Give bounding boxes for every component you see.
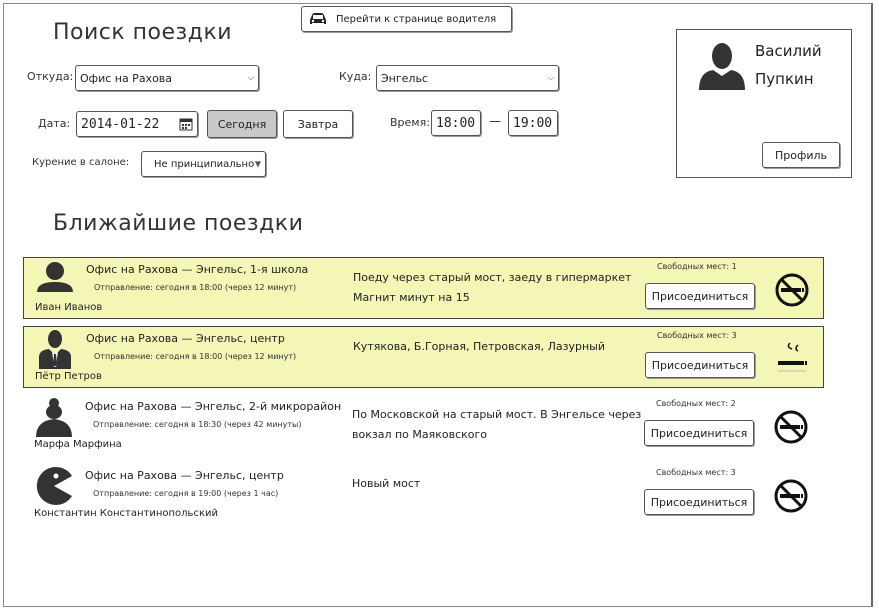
time-from-value: 18:00 — [436, 115, 476, 131]
free-seats: Свободных мест: 1 — [657, 262, 737, 271]
trip-route: Офис на Рахова — Энгельс, центр — [86, 332, 285, 345]
join-label: Присоединиться — [651, 358, 749, 372]
smoking-label: Курение в салоне: — [32, 157, 130, 168]
search-title: Поиск поездки — [53, 20, 233, 45]
trip-row: Офис на Рахова — Энгельс, 1-я школа Отпр… — [23, 257, 824, 319]
date-label: Дата: — [38, 117, 71, 130]
profile-last-name: Пупкин — [755, 70, 814, 88]
to-label: Куда: — [339, 70, 372, 83]
driver-name: Иван Иванов — [35, 302, 103, 313]
join-label: Присоединиться — [651, 289, 749, 303]
time-to-input[interactable]: 19:00 — [508, 110, 558, 136]
time-to-value: 19:00 — [513, 115, 553, 131]
trip-route: Офис на Рахова — Энгельс, 1-я школа — [86, 263, 309, 276]
no-smoking-icon — [771, 476, 811, 516]
driver-page-button[interactable]: Перейти к странице водителя — [301, 6, 512, 32]
trip-departure: Отправление: сегодня в 18:00 (через 12 м… — [94, 352, 297, 361]
profile-first-name: Василий — [755, 42, 822, 60]
from-select[interactable]: Офис на Рахова ⌵ — [75, 65, 259, 91]
chevron-down-icon: ⌵ — [247, 73, 254, 82]
trip-row: Офис на Рахова — Энгельс, центр Отправле… — [23, 326, 824, 388]
trip-row: Офис на Рахова — Энгельс, 2-й микрорайон… — [23, 395, 824, 457]
driver-name: Марфа Марфина — [34, 439, 122, 450]
trip-departure: Отправление: сегодня в 18:30 (через 42 м… — [93, 420, 302, 429]
user-avatar-icon — [697, 40, 747, 90]
driver-name: Константин Константинопольский — [34, 508, 218, 519]
join-label: Присоединиться — [650, 495, 748, 509]
tomorrow-label: Завтра — [297, 117, 339, 131]
time-label: Время: — [390, 116, 430, 129]
trip-comment: Кутякова, Б.Горная, Петровская, Лазурный — [353, 340, 606, 353]
person-icon — [35, 260, 75, 300]
profile-button[interactable]: Профиль — [762, 142, 840, 168]
free-seats: Свободных мест: 3 — [656, 468, 736, 477]
taxi-icon — [308, 12, 328, 26]
from-value: Офис на Рахова — [80, 71, 173, 85]
free-seats: Свободных мест: 2 — [656, 399, 736, 408]
trip-route: Офис на Рахова — Энгельс, 2-й микрорайон — [85, 400, 342, 413]
trip-row: Офис на Рахова — Энгельс, центр Отправле… — [23, 464, 824, 526]
trip-comment: Новый мост — [352, 477, 421, 490]
join-button[interactable]: Присоединиться — [644, 489, 754, 515]
join-button[interactable]: Присоединиться — [644, 420, 754, 446]
smoking-icon — [772, 339, 812, 379]
to-select[interactable]: Энгельс ⌵ — [376, 65, 559, 91]
join-button[interactable]: Присоединиться — [645, 352, 755, 378]
join-button[interactable]: Присоединиться — [645, 283, 755, 309]
join-label: Присоединиться — [650, 426, 748, 440]
today-button[interactable]: Сегодня — [207, 110, 277, 138]
today-label: Сегодня — [217, 117, 267, 131]
to-value: Энгельс — [381, 71, 428, 85]
trip-departure: Отправление: сегодня в 19:00 (через 1 ча… — [93, 489, 279, 498]
calendar-icon[interactable] — [179, 117, 193, 131]
date-value: 2014-01-22 — [81, 116, 160, 132]
date-input[interactable]: 2014-01-22 — [76, 111, 198, 137]
triangle-down-icon: ▼ — [254, 159, 261, 169]
trips-title: Ближайшие поездки — [53, 211, 304, 236]
driver-name: Пётр Петров — [35, 371, 102, 382]
free-seats: Свободных мест: 3 — [657, 331, 737, 340]
time-from-input[interactable]: 18:00 — [431, 110, 481, 136]
woman-icon — [34, 397, 74, 437]
no-smoking-icon — [772, 270, 812, 310]
trip-comment: Поеду через старый мост, заеду в гиперма… — [353, 271, 632, 304]
profile-button-label: Профиль — [774, 148, 828, 162]
trip-comment: По Московской на старый мост. В Энгельсе… — [352, 408, 642, 441]
chevron-down-icon: ⌵ — [547, 73, 554, 82]
profile-box: Василий Пупкин Профиль — [676, 29, 852, 178]
businessman-icon — [35, 329, 75, 369]
time-dash: — — [489, 114, 501, 128]
tomorrow-button[interactable]: Завтра — [283, 110, 353, 138]
smoking-select[interactable]: Не принципиально ▼ — [141, 151, 266, 177]
no-smoking-icon — [771, 407, 811, 447]
trip-departure: Отправление: сегодня в 18:00 (через 12 м… — [94, 283, 297, 292]
driver-page-label: Перейти к странице водителя — [336, 13, 497, 25]
smoking-value: Не принципиально — [154, 158, 255, 170]
trip-route: Офис на Рахова — Энгельс, центр — [85, 469, 284, 482]
from-label: Откуда: — [27, 70, 74, 83]
pacman-icon — [34, 466, 74, 506]
